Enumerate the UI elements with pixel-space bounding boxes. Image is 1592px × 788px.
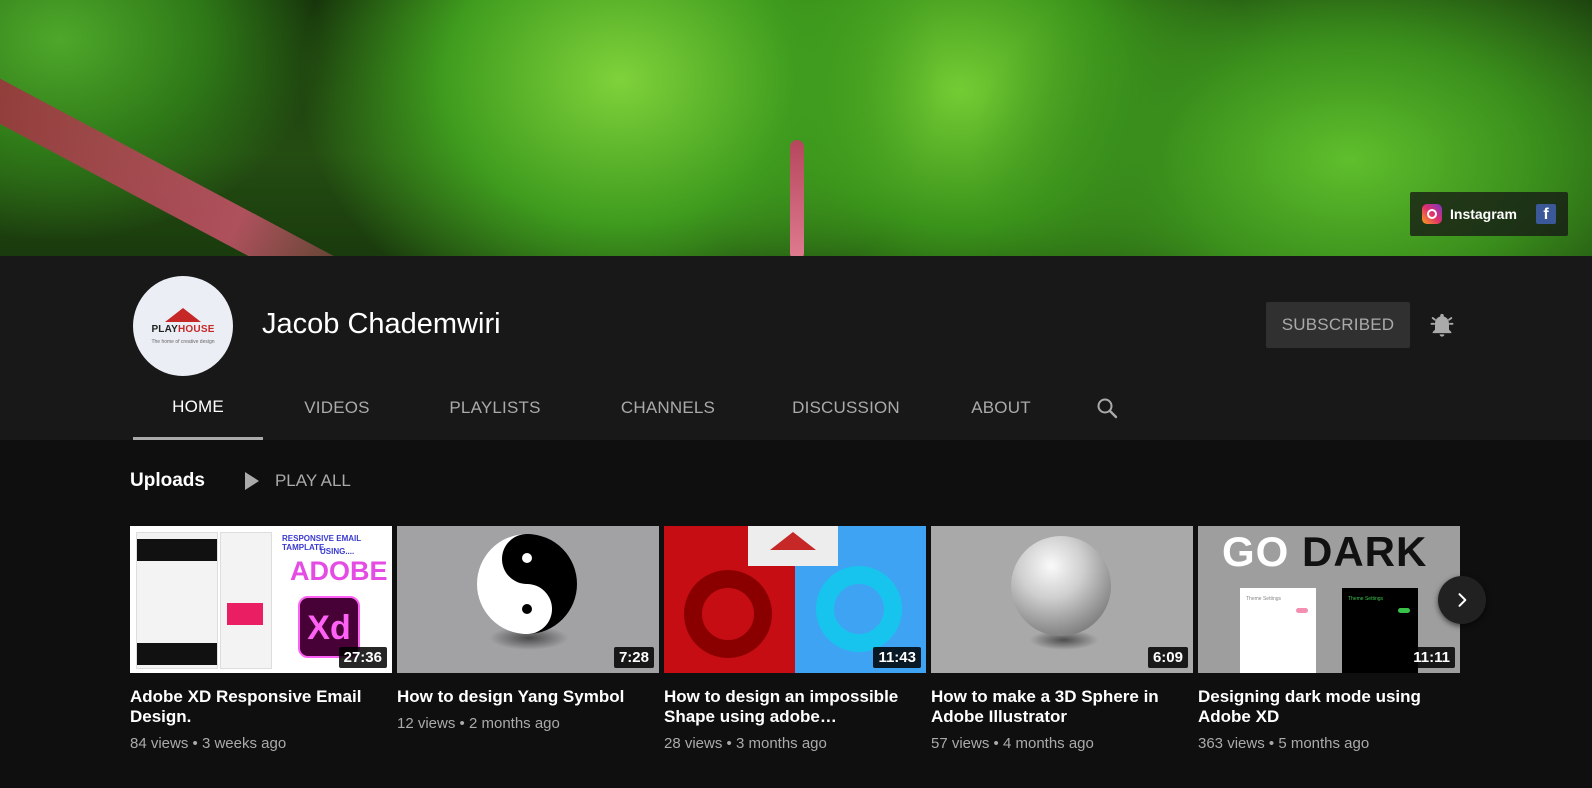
video-views: 12 views <box>397 715 456 732</box>
tab-playlists[interactable]: PLAYLISTS <box>411 376 579 440</box>
toggle-icon <box>1398 608 1410 613</box>
video-thumbnail[interactable]: 11:43 <box>664 526 926 673</box>
tab-channels[interactable]: CHANNELS <box>579 376 757 440</box>
yin-yang-icon <box>477 534 577 634</box>
video-card[interactable]: 7:28 How to design Yang Symbol 12 views … <box>397 526 659 752</box>
thumb-using-text: USING.... <box>320 547 355 556</box>
light-mode-preview: Theme Settings <box>1240 588 1316 673</box>
avatar-brand: PLAYHOUSE <box>151 323 215 335</box>
video-age: 4 months ago <box>1002 735 1094 752</box>
video-card[interactable]: 6:09 How to make a 3D Sphere in Adobe Il… <box>931 526 1193 752</box>
dark-mode-preview: Theme Settings <box>1342 588 1418 673</box>
chevron-right-icon <box>1458 593 1467 607</box>
video-age: 2 months ago <box>468 715 560 732</box>
channel-tabs: HOME VIDEOS PLAYLISTS CHANNELS DISCUSSIO… <box>133 376 1147 440</box>
video-meta: 84 views • 3 weeks ago <box>130 735 392 752</box>
avatar-tagline: The home of creative design <box>151 338 215 345</box>
uploads-shelf-header: Uploads PLAY ALL <box>130 470 351 492</box>
video-views: 84 views <box>130 735 189 752</box>
video-thumbnail[interactable]: RESPONSIVE EMAIL TAMPLATE USING.... ADOB… <box>130 526 392 673</box>
house-logo-icon <box>748 526 838 566</box>
email-template-preview <box>220 532 272 669</box>
meta-separator: • <box>993 735 999 752</box>
avatar[interactable]: PLAYHOUSE The home of creative design <box>133 276 233 376</box>
video-thumbnail[interactable]: 7:28 <box>397 526 659 673</box>
video-views: 28 views <box>664 735 723 752</box>
video-meta: 57 views • 4 months ago <box>931 735 1193 752</box>
preview-block <box>137 643 217 665</box>
subscribed-button[interactable]: SUBSCRIBED <box>1266 302 1410 348</box>
video-title[interactable]: Adobe XD Responsive Email Design. <box>130 687 380 727</box>
video-age: 3 months ago <box>735 735 827 752</box>
video-duration: 27:36 <box>338 647 387 668</box>
tab-videos[interactable]: VIDEOS <box>263 376 411 440</box>
email-template-preview <box>136 532 218 669</box>
video-title[interactable]: How to make a 3D Sphere in Adobe Illustr… <box>931 687 1181 727</box>
play-all-button[interactable]: PLAY ALL <box>244 471 351 491</box>
toggle-icon <box>1296 608 1308 613</box>
channel-header: PLAYHOUSE The home of creative design Ja… <box>0 256 1592 440</box>
meta-separator: • <box>1268 735 1275 752</box>
video-views: 363 views <box>1198 735 1265 752</box>
video-meta: 28 views • 3 months ago <box>664 735 926 752</box>
impossible-shape-red <box>684 570 772 658</box>
video-duration: 11:43 <box>873 647 921 668</box>
preview-block <box>137 539 217 561</box>
tab-about[interactable]: ABOUT <box>935 376 1067 440</box>
banner-stem <box>0 62 429 256</box>
tab-discussion[interactable]: DISCUSSION <box>757 376 935 440</box>
video-meta: 363 views • 5 months ago <box>1198 735 1460 752</box>
uploads-title[interactable]: Uploads <box>130 470 205 492</box>
video-thumbnail[interactable]: GO DARK Theme Settings Theme Settings 11… <box>1198 526 1460 673</box>
video-duration: 7:28 <box>613 647 654 668</box>
meta-separator: • <box>726 735 732 752</box>
video-title[interactable]: How to design an impossible Shape using … <box>664 687 914 727</box>
channel-name: Jacob Chademwiri <box>262 308 501 340</box>
banner-links: Instagram f <box>1410 192 1568 236</box>
channel-search-button[interactable] <box>1067 376 1147 440</box>
preview-block <box>227 603 263 625</box>
instagram-icon[interactable] <box>1422 204 1442 224</box>
video-views: 57 views <box>931 735 990 752</box>
notification-bell-icon[interactable] <box>1428 310 1456 340</box>
thumb-adobe-text: ADOBE <box>290 556 388 586</box>
video-age: 3 weeks ago <box>201 735 287 752</box>
video-duration: 6:09 <box>1147 647 1188 668</box>
meta-separator: • <box>459 715 465 732</box>
yin-yang-dot <box>522 553 532 563</box>
play-icon <box>244 472 259 490</box>
shelf-next-button[interactable] <box>1438 576 1486 624</box>
thumb-go-dark-text: GO DARK <box>1222 528 1428 575</box>
play-all-label: PLAY ALL <box>274 471 351 490</box>
video-title[interactable]: How to design Yang Symbol <box>397 687 647 707</box>
video-age: 5 months ago <box>1278 735 1370 752</box>
impossible-shape-blue <box>816 566 902 652</box>
instagram-link[interactable]: Instagram <box>1450 206 1517 222</box>
search-icon <box>1097 398 1118 419</box>
banner-leaf-vein <box>790 140 804 256</box>
facebook-icon[interactable]: f <box>1536 204 1556 224</box>
house-logo-icon <box>165 307 201 322</box>
video-title[interactable]: Designing dark mode using Adobe XD <box>1198 687 1448 727</box>
meta-separator: • <box>192 735 198 752</box>
video-card[interactable]: RESPONSIVE EMAIL TAMPLATE USING.... ADOB… <box>130 526 392 752</box>
video-card[interactable]: GO DARK Theme Settings Theme Settings 11… <box>1198 526 1460 752</box>
video-thumbnail[interactable]: 6:09 <box>931 526 1193 673</box>
tab-home[interactable]: HOME <box>133 376 263 440</box>
yin-yang-dot <box>522 604 532 614</box>
sphere-graphic <box>1011 536 1111 636</box>
uploads-row: RESPONSIVE EMAIL TAMPLATE USING.... ADOB… <box>130 526 1460 752</box>
video-card[interactable]: 11:43 How to design an impossible Shape … <box>664 526 926 752</box>
channel-banner: Instagram f <box>0 0 1592 256</box>
video-meta: 12 views • 2 months ago <box>397 715 659 732</box>
video-duration: 11:11 <box>1408 647 1455 668</box>
